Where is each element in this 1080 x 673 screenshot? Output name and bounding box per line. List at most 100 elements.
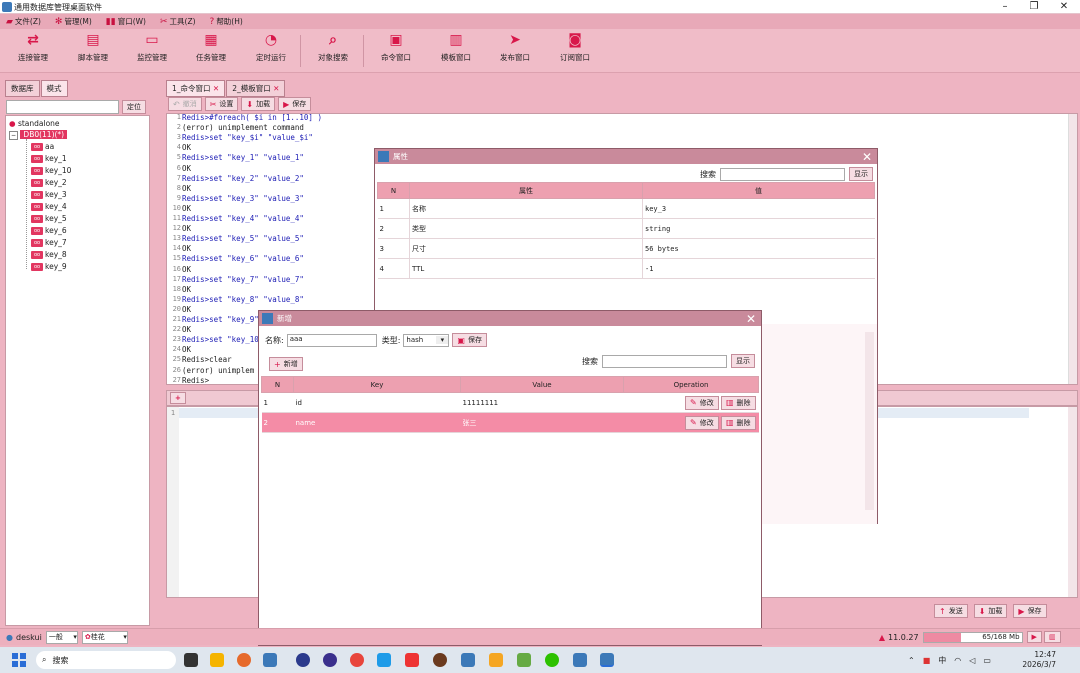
script-manage-button[interactable]: ▤ 脚本管理 [68, 32, 118, 63]
chevron-up-icon[interactable]: ⌃ [908, 656, 915, 665]
table-row[interactable]: 3 尺寸 56 bytes [377, 238, 875, 259]
table-row[interactable]: 2 name 张三 ✎ 修改 ▥ 删除 [261, 412, 759, 433]
run-button[interactable]: ▶ [1026, 631, 1042, 643]
wifi-icon[interactable]: ◠ [954, 656, 961, 665]
app-icon[interactable] [377, 653, 391, 667]
edit-row-button[interactable]: ✎ 修改 [685, 395, 719, 410]
menu-window[interactable]: ▮▮ 窗口(W) [106, 16, 146, 27]
settings-button[interactable]: ✂ 设置 [204, 97, 239, 111]
input-scrollbar[interactable] [1068, 407, 1077, 597]
menu-manage[interactable]: ✻ 管理(M) [55, 16, 92, 27]
close-icon[interactable]: ✕ [1054, 1, 1074, 12]
menu-help[interactable]: ? 帮助(H) [210, 16, 243, 27]
explorer-icon[interactable] [210, 653, 224, 667]
tab-command-window[interactable]: 1_命令窗口 ✕ [166, 80, 226, 97]
app-icon[interactable] [573, 653, 587, 667]
delete-row-button[interactable]: ▥ 删除 [720, 415, 756, 430]
firefox-icon[interactable] [237, 653, 251, 667]
publish-window-button[interactable]: ➤ 发布窗口 [490, 32, 540, 63]
key-icon: oo [31, 203, 43, 211]
save-button[interactable]: ▶ 保存 [278, 97, 312, 111]
table-row[interactable]: 1 名称 key_3 [377, 198, 875, 219]
tree-key-item[interactable]: oo key_6 [31, 226, 67, 235]
locate-input[interactable] [6, 100, 119, 114]
ime-indicator[interactable]: 中 [938, 655, 946, 666]
tree-key-item[interactable]: oo key_9 [31, 262, 67, 271]
tree-key-item[interactable]: oo key_10 [31, 166, 71, 175]
object-search-button[interactable]: ⌕ 对象搜索 [308, 32, 358, 63]
add-tab-button[interactable]: + [170, 392, 186, 404]
tab-template-window[interactable]: 2_模板窗口 ✕ [226, 80, 286, 97]
level-select[interactable]: 一般 ▾ [45, 630, 78, 644]
props-show-button[interactable]: 显示 [849, 167, 873, 181]
volume-icon[interactable]: ◁ [969, 656, 975, 665]
app-icon[interactable] [296, 653, 310, 667]
tree-key-item[interactable]: oo key_4 [31, 202, 67, 211]
table-row[interactable]: 4 TTL -1 [377, 258, 875, 279]
props-search-input[interactable] [720, 167, 845, 181]
menu-tools[interactable]: ✂ 工具(Z) [160, 16, 196, 27]
app-icon[interactable] [323, 653, 337, 667]
tab-close-icon[interactable]: ✕ [273, 84, 279, 93]
command-window-button[interactable]: ▣ 命令窗口 [371, 32, 421, 63]
trash-button[interactable]: ▥ [1043, 631, 1061, 643]
tree-root[interactable]: ● standalone [9, 119, 60, 128]
table-row[interactable]: 2 类型 string [377, 218, 875, 239]
close-icon[interactable]: ✕ [746, 312, 756, 326]
delete-row-button[interactable]: ▥ 删除 [720, 395, 756, 410]
new-save-button[interactable]: ▣ 保存 [452, 333, 487, 347]
tree-db[interactable]: − DB0(11)(*) [9, 130, 68, 140]
locate-button[interactable]: 定位 [122, 100, 146, 114]
restore-icon[interactable]: ❐ [1024, 1, 1044, 12]
send-button[interactable]: ↑ 发送 [934, 604, 968, 618]
bottom-load-button[interactable]: ⬇ 加载 [973, 604, 1008, 618]
console-scrollbar[interactable] [1068, 114, 1077, 384]
close-icon[interactable]: ✕ [862, 150, 872, 164]
tree-key-item[interactable]: oo key_7 [31, 238, 67, 247]
menu-file[interactable]: ▰ 文件(Z) [6, 16, 41, 27]
load-button[interactable]: ⬇ 加载 [241, 97, 276, 111]
windows-start-icon[interactable] [12, 653, 26, 667]
tree-key-item[interactable]: oo key_1 [31, 154, 67, 163]
tree-key-item[interactable]: oo key_2 [31, 178, 67, 187]
monitor-manage-button[interactable]: ▭ 监控管理 [127, 32, 177, 63]
template-window-button[interactable]: ▥ 模板窗口 [431, 32, 481, 63]
battery-icon[interactable]: ▭ [983, 656, 991, 665]
edit-row-button[interactable]: ✎ 修改 [685, 415, 719, 430]
undo-button[interactable]: ↶ 撤消 [168, 97, 202, 111]
tree-key-item[interactable]: oo aa [31, 142, 54, 151]
app-icon[interactable] [461, 653, 475, 667]
taskbar-search[interactable]: ⌕ 搜索 [36, 651, 176, 669]
task-manage-button[interactable]: ▦ 任务管理 [186, 32, 236, 63]
tray-app-icon[interactable]: ■ [923, 656, 931, 665]
tree-key-item[interactable]: oo key_5 [31, 214, 67, 223]
new-search-input[interactable] [602, 354, 727, 368]
app-icon[interactable] [517, 653, 531, 667]
name-input[interactable]: aaa [286, 333, 377, 347]
new-show-button[interactable]: 显示 [731, 354, 755, 368]
type-select[interactable]: hash ▾ [403, 333, 450, 347]
props-scrollbar[interactable] [865, 332, 874, 510]
app-icon[interactable] [489, 653, 503, 667]
chrome-icon[interactable] [350, 653, 364, 667]
clock[interactable]: 12:47 2026/3/7 [1020, 650, 1056, 670]
tree-key-item[interactable]: oo key_8 [31, 250, 67, 259]
add-row-button[interactable]: + 新增 [269, 357, 303, 371]
tab-close-icon[interactable]: ✕ [213, 84, 219, 93]
tree-key-item[interactable]: oo key_3 [31, 190, 67, 199]
scheduled-run-button[interactable]: ◔ 定时运行 [246, 32, 296, 63]
bottom-save-button[interactable]: ▶ 保存 [1013, 604, 1047, 618]
app-icon[interactable] [433, 653, 447, 667]
subscribe-window-button[interactable]: ◙ 订阅窗口 [550, 32, 600, 63]
table-row[interactable]: 1 id 11111111 ✎ 修改 ▥ 删除 [261, 392, 759, 413]
tab-database[interactable]: 数据库 [5, 80, 40, 97]
app-icon[interactable] [263, 653, 277, 667]
tab-schema[interactable]: 模式 [40, 80, 68, 97]
wps-icon[interactable] [405, 653, 419, 667]
task-view-icon[interactable] [184, 653, 198, 667]
theme-select[interactable]: ✿ 桂花 ▾ [81, 630, 128, 644]
connection-manage-button[interactable]: ⇄ 连接管理 [8, 32, 58, 63]
minimize-icon[interactable]: – [995, 1, 1015, 12]
wechat-icon[interactable] [545, 653, 559, 667]
active-app-icon[interactable] [600, 653, 614, 667]
